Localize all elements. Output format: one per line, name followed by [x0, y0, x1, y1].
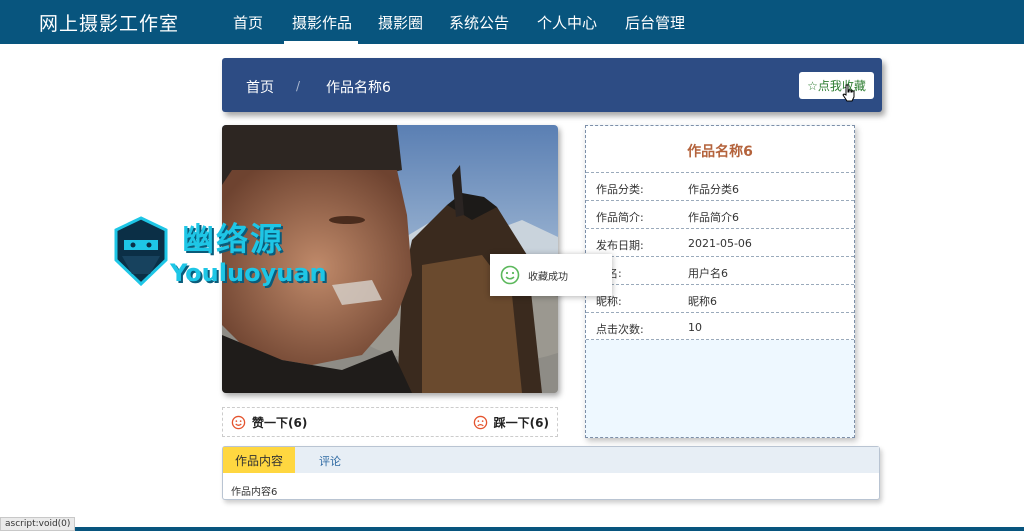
- nav-item-notice[interactable]: 系统公告: [449, 12, 509, 33]
- frown-icon: [473, 415, 487, 430]
- detail-title: 作品名称6: [687, 144, 753, 160]
- favorite-button[interactable]: ☆点我收藏: [799, 72, 874, 99]
- detail-value: 昵称6: [688, 295, 717, 308]
- detail-key: 点击次数:: [596, 323, 644, 336]
- tabs-bar: 作品内容 评论: [223, 447, 879, 473]
- artwork-detail-panel: 作品名称6 作品分类: 作品分类6 作品简介: 作品简介6 发布日期: 2021…: [585, 125, 855, 438]
- watermark-en: Youluoyuan: [170, 259, 327, 287]
- footer-line: [0, 527, 1024, 531]
- detail-value: 2021-05-06: [688, 237, 752, 250]
- detail-key: 作品分类:: [596, 183, 644, 196]
- detail-key: 作品简介:: [596, 211, 644, 224]
- detail-value: 用户名6: [688, 267, 728, 280]
- watermark-cn: 幽络源: [182, 220, 285, 258]
- detail-row-clicks: 点击次数: 10: [586, 312, 854, 340]
- hand-cursor-icon: [842, 84, 855, 102]
- nav-active-indicator: [284, 41, 358, 44]
- toast-message: 收藏成功: [528, 271, 568, 283]
- like-label: 赞一下(6): [252, 416, 308, 430]
- dislike-label: 踩一下(6): [493, 416, 549, 430]
- detail-row-category: 作品分类: 作品分类6: [586, 172, 854, 200]
- detail-row-date: 发布日期: 2021-05-06: [586, 228, 854, 256]
- like-button[interactable]: 赞一下(6): [231, 414, 307, 431]
- ninja-logo-icon: [114, 216, 168, 286]
- smile-icon: [231, 415, 246, 430]
- nav-item-admin[interactable]: 后台管理: [625, 12, 685, 33]
- breadcrumb-current: 作品名称6: [326, 80, 391, 96]
- detail-value: 作品简介6: [688, 211, 739, 224]
- detail-row-username: 户名: 用户名6: [586, 256, 854, 284]
- breadcrumb: 首页 / 作品名称6 ☆点我收藏: [222, 58, 882, 112]
- nav-item-home[interactable]: 首页: [233, 12, 263, 33]
- site-brand[interactable]: 网上摄影工作室: [39, 9, 179, 36]
- watermark: 幽络源 Youluoyuan: [110, 212, 340, 292]
- detail-row-summary: 作品简介: 作品简介6: [586, 200, 854, 228]
- detail-value: 10: [688, 321, 702, 334]
- breadcrumb-separator: /: [296, 79, 301, 93]
- success-toast: 收藏成功: [490, 254, 612, 296]
- nav-item-works[interactable]: 摄影作品: [292, 12, 352, 33]
- detail-value: 作品分类6: [688, 183, 739, 196]
- nav-item-personal[interactable]: 个人中心: [537, 12, 597, 33]
- tab-comment[interactable]: 评论: [319, 453, 341, 469]
- content-tabs-panel: 作品内容 评论 作品内容6: [222, 446, 880, 500]
- breadcrumb-home[interactable]: 首页: [246, 77, 274, 97]
- detail-row-nickname: 昵称: 昵称6: [586, 284, 854, 312]
- tab-content-body: 作品内容6: [231, 487, 278, 498]
- detail-key: 发布日期:: [596, 239, 644, 252]
- vote-row: 赞一下(6) 踩一下(6): [222, 407, 558, 437]
- tab-content[interactable]: 作品内容: [223, 447, 295, 473]
- detail-header: 作品名称6: [586, 126, 854, 172]
- top-navbar: 网上摄影工作室 首页 摄影作品 摄影圈 系统公告 个人中心 后台管理: [0, 0, 1024, 44]
- dislike-button[interactable]: 踩一下(6): [473, 414, 549, 431]
- nav-item-circle[interactable]: 摄影圈: [378, 12, 423, 33]
- browser-status-bar: ascript:void(0): [0, 517, 76, 531]
- favorite-button-label: ☆点我收藏: [807, 79, 866, 93]
- smile-icon: [500, 265, 520, 285]
